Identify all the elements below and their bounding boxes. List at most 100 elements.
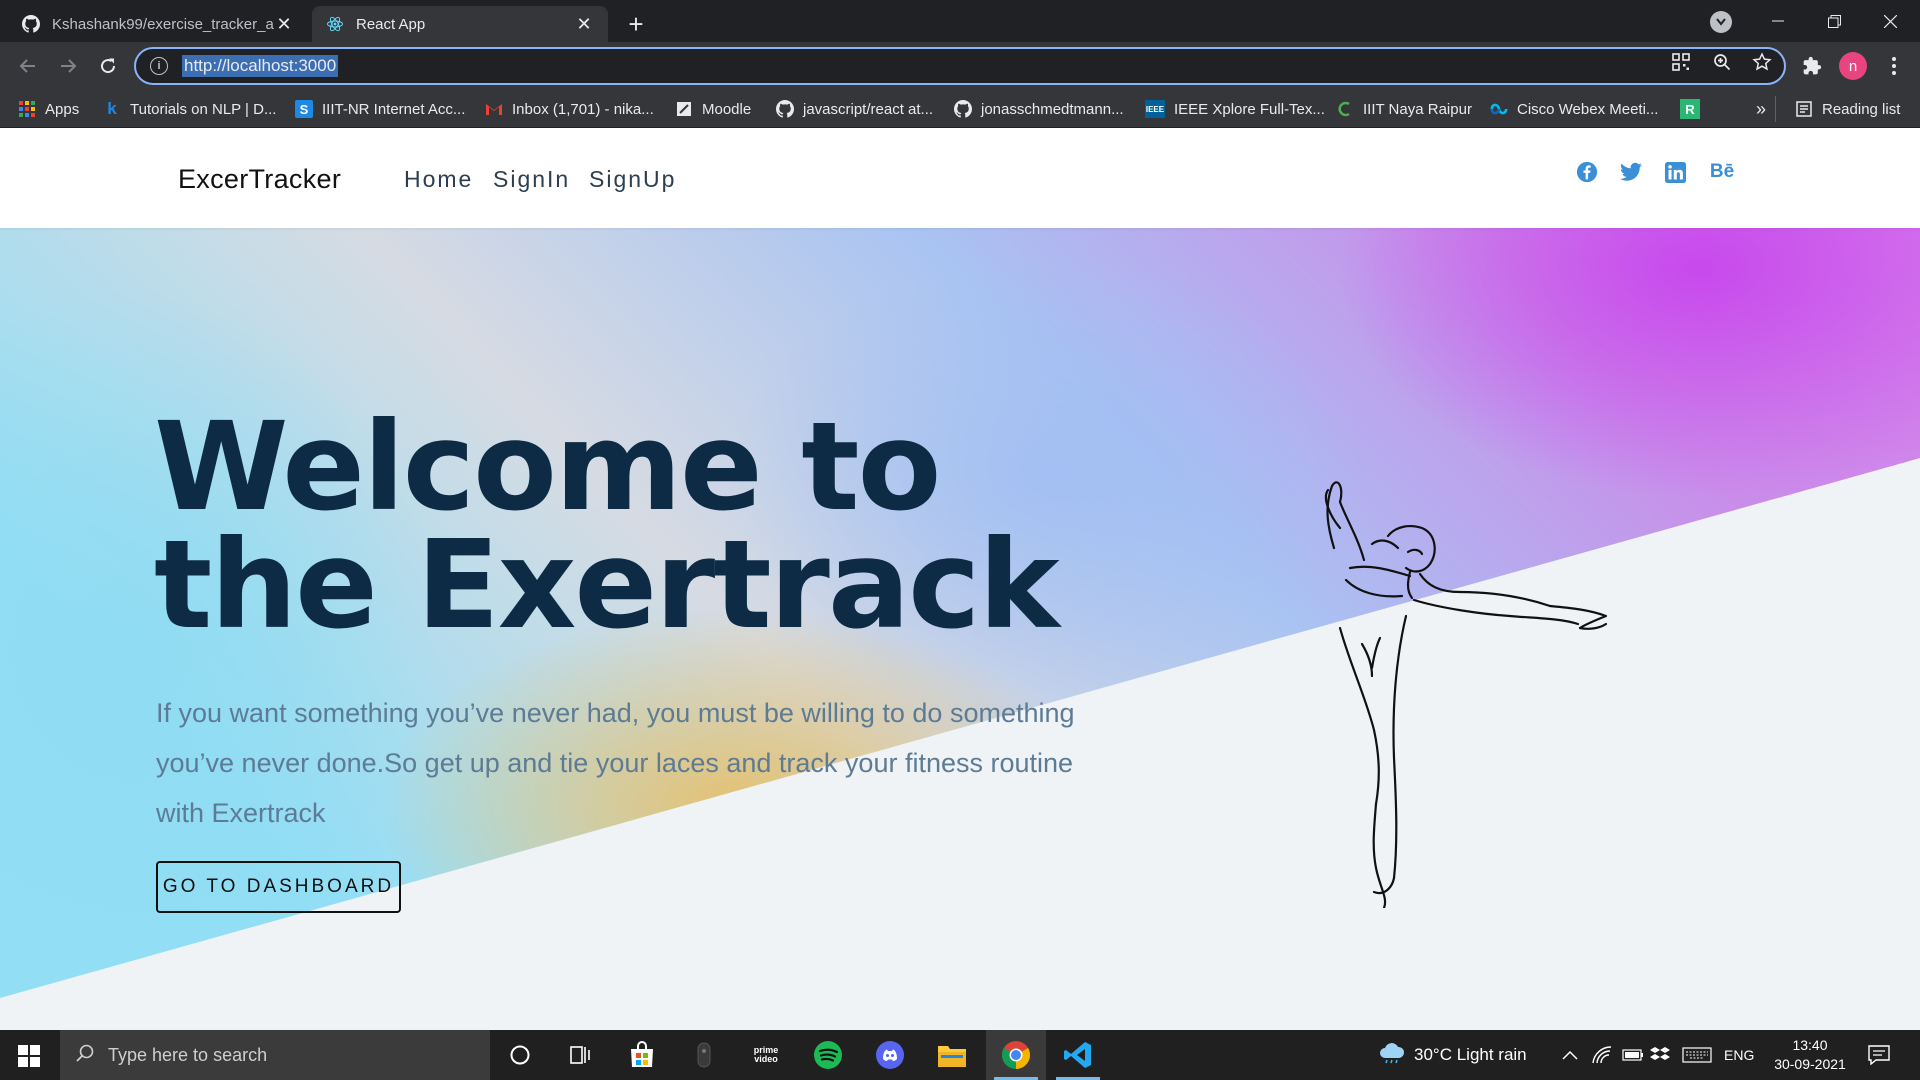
system-clock[interactable]: 13:40 30-09-2021 bbox=[1770, 1036, 1850, 1074]
page-viewport: ExcerTracker Home SignIn SignUp Bē Welco… bbox=[0, 128, 1920, 1030]
browser-toolbar: i http://localhost:3000 n bbox=[0, 42, 1920, 90]
restore-icon[interactable] bbox=[1806, 0, 1862, 42]
bookmark-ieee-xplore[interactable]: IEEE IEEE Xplore Full-Tex... bbox=[1145, 90, 1325, 128]
facebook-icon[interactable] bbox=[1575, 160, 1599, 184]
keyboard-icon[interactable] bbox=[1682, 1030, 1712, 1080]
battery-icon[interactable] bbox=[1622, 1030, 1644, 1080]
bookmarks-bar: Apps k Tutorials on NLP | D... S IIIT-NR… bbox=[0, 90, 1920, 128]
profile-avatar[interactable]: n bbox=[1839, 52, 1867, 80]
browser-tab-strip: Kshashank99/exercise_tracker_app ✕ React… bbox=[0, 0, 1920, 42]
bookmark-jonasschmedtmann[interactable]: jonasschmedtmann... bbox=[954, 90, 1124, 128]
twitter-icon[interactable] bbox=[1619, 160, 1643, 184]
weather-widget[interactable]: 30°C Light rain bbox=[1378, 1030, 1527, 1080]
taskbar-search-placeholder: Type here to search bbox=[108, 1044, 268, 1065]
go-to-dashboard-button[interactable]: GO TO DASHBOARD bbox=[156, 861, 401, 913]
tab-search-button[interactable] bbox=[1710, 11, 1732, 33]
network-icon[interactable] bbox=[1592, 1030, 1612, 1080]
zoom-icon[interactable] bbox=[1711, 51, 1733, 73]
prime-video-icon[interactable]: prime video bbox=[736, 1030, 796, 1080]
hero-title-line-1: Welcome to bbox=[154, 396, 941, 538]
close-tab-icon[interactable]: ✕ bbox=[574, 14, 594, 34]
forward-icon[interactable] bbox=[52, 50, 84, 82]
extensions-icon[interactable] bbox=[1796, 50, 1828, 82]
dancer-illustration bbox=[1324, 481, 1608, 908]
bookmark-label: Inbox (1,701) - nika... bbox=[512, 100, 654, 118]
bookmark-star-icon[interactable] bbox=[1751, 51, 1773, 73]
react-icon bbox=[326, 15, 344, 33]
close-tab-icon[interactable]: ✕ bbox=[274, 14, 294, 34]
s-icon: S bbox=[295, 100, 313, 118]
url-text[interactable]: http://localhost:3000 bbox=[182, 55, 339, 77]
reading-list-icon bbox=[1795, 100, 1813, 118]
vscode-icon[interactable] bbox=[1048, 1030, 1108, 1080]
dropbox-icon[interactable] bbox=[1650, 1030, 1670, 1080]
cortana-icon[interactable] bbox=[490, 1030, 550, 1080]
bookmark-tutorials-nlp[interactable]: k Tutorials on NLP | D... bbox=[103, 90, 276, 128]
bookmark-moodle[interactable]: Moodle bbox=[675, 90, 751, 128]
discord-icon[interactable] bbox=[860, 1030, 920, 1080]
github-icon bbox=[954, 100, 972, 118]
tab-github-repo[interactable]: Kshashank99/exercise_tracker_app ✕ bbox=[8, 6, 308, 42]
bookmark-label: IIIT Naya Raipur bbox=[1363, 100, 1472, 118]
linkedin-icon[interactable] bbox=[1663, 160, 1687, 184]
nav-home[interactable]: Home bbox=[404, 166, 473, 193]
webex-icon bbox=[1490, 100, 1508, 118]
reading-list-button[interactable]: Reading list bbox=[1795, 90, 1900, 128]
clock-time: 13:40 bbox=[1792, 1037, 1828, 1053]
hero-title: Welcome to the Exertrack bbox=[154, 396, 1060, 656]
site-info-icon[interactable]: i bbox=[150, 57, 168, 75]
windows-start-icon[interactable] bbox=[18, 1045, 40, 1067]
new-tab-button[interactable]: + bbox=[620, 8, 652, 40]
tab-title: Kshashank99/exercise_tracker_app bbox=[52, 15, 274, 33]
gmail-icon bbox=[485, 100, 503, 118]
chrome-icon[interactable] bbox=[986, 1030, 1046, 1080]
brand-logo[interactable]: ExcerTracker bbox=[178, 164, 341, 195]
back-icon[interactable] bbox=[12, 50, 44, 82]
clock-date: 30-09-2021 bbox=[1774, 1056, 1846, 1072]
notifications-icon[interactable] bbox=[1868, 1030, 1890, 1080]
app-dark-icon[interactable] bbox=[674, 1030, 734, 1080]
qr-code-icon[interactable] bbox=[1670, 51, 1692, 73]
bookmarks-overflow-button[interactable]: » bbox=[1756, 90, 1766, 128]
menu-kebab-icon[interactable] bbox=[1878, 50, 1910, 82]
address-bar[interactable]: i http://localhost:3000 bbox=[134, 47, 1786, 85]
bookmark-iiit-internet[interactable]: S IIIT-NR Internet Acc... bbox=[295, 90, 465, 128]
search-icon bbox=[76, 1044, 94, 1067]
ieee-icon: IEEE bbox=[1145, 100, 1165, 118]
reading-list-label: Reading list bbox=[1822, 100, 1901, 118]
bookmark-iiit-naya-raipur[interactable]: IIIT Naya Raipur bbox=[1336, 90, 1472, 128]
weather-text: 30°C Light rain bbox=[1414, 1045, 1527, 1064]
show-hidden-icons[interactable] bbox=[1562, 1030, 1578, 1080]
bookmark-gmail-inbox[interactable]: Inbox (1,701) - nika... bbox=[485, 90, 654, 128]
reload-icon[interactable] bbox=[92, 50, 124, 82]
bookmark-javascript-react[interactable]: javascript/react at... bbox=[776, 90, 933, 128]
close-window-icon[interactable] bbox=[1862, 0, 1918, 42]
bookmark-label: jonasschmedtmann... bbox=[981, 100, 1124, 118]
file-explorer-icon[interactable] bbox=[922, 1030, 982, 1080]
tab-title: React App bbox=[356, 15, 426, 33]
windows-taskbar: Type here to search prime video 30°C Lig… bbox=[0, 1030, 1920, 1080]
apps-grid-icon bbox=[18, 100, 36, 118]
bookmark-apps[interactable]: Apps bbox=[18, 90, 79, 128]
spotify-icon[interactable] bbox=[798, 1030, 858, 1080]
iiit-icon bbox=[1336, 100, 1354, 118]
r-icon: R bbox=[1680, 99, 1700, 119]
taskbar-search-box[interactable]: Type here to search bbox=[60, 1030, 490, 1080]
hero-title-line-2: the Exertrack bbox=[154, 514, 1060, 656]
minimize-icon[interactable] bbox=[1750, 0, 1806, 42]
language-indicator[interactable]: ENG bbox=[1724, 1030, 1754, 1080]
nav-signup[interactable]: SignUp bbox=[589, 166, 676, 193]
site-navbar: ExcerTracker Home SignIn SignUp Bē bbox=[0, 128, 1920, 228]
task-view-icon[interactable] bbox=[550, 1030, 610, 1080]
nav-signin[interactable]: SignIn bbox=[493, 166, 570, 193]
github-icon bbox=[22, 15, 40, 33]
behance-icon[interactable]: Bē bbox=[1707, 160, 1737, 184]
bookmark-label: Moodle bbox=[702, 100, 752, 118]
bookmark-r-app[interactable]: R bbox=[1680, 90, 1709, 128]
github-icon bbox=[776, 100, 794, 118]
bookmark-cisco-webex[interactable]: Cisco Webex Meeti... bbox=[1490, 90, 1658, 128]
bookmark-label: javascript/react at... bbox=[803, 100, 934, 118]
hero-subtitle: If you want something you’ve never had, … bbox=[156, 698, 1075, 828]
microsoft-store-icon[interactable] bbox=[612, 1030, 672, 1080]
tab-react-app[interactable]: React App ✕ bbox=[312, 6, 608, 42]
